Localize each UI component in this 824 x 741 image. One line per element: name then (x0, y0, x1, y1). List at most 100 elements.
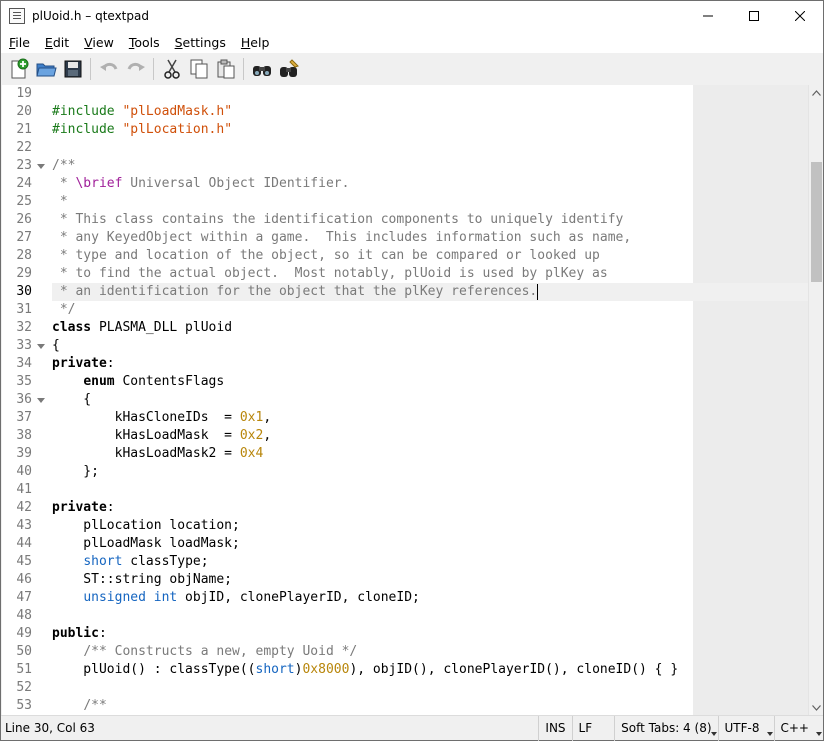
line-number: 24 (16, 176, 32, 191)
line-number: 29 (16, 266, 32, 281)
code-line: * type and location of the object, so it… (52, 247, 600, 265)
encoding-selector[interactable]: UTF-8 (717, 715, 774, 741)
scrollbar-thumb[interactable] (811, 162, 822, 283)
menu-view[interactable]: View (76, 35, 121, 50)
fold-toggle-icon[interactable] (36, 157, 46, 175)
line-number: 23 (16, 158, 32, 173)
language-selector[interactable]: C++ (773, 715, 824, 741)
toolbar (1, 53, 823, 85)
redo-button[interactable] (122, 55, 149, 83)
save-file-icon (64, 60, 81, 78)
code-token: short (83, 554, 123, 569)
close-button[interactable] (777, 1, 823, 31)
code-line: ST::string objName; (52, 571, 232, 589)
code-token: , (263, 410, 272, 425)
code-line: plLoadMask loadMask; (52, 535, 240, 553)
line-ending-selector[interactable]: LF (571, 715, 615, 741)
cut-button[interactable] (158, 55, 185, 83)
text-editor[interactable]: 19 20 21 22 23 24 25 26 27 28 29 30 31 32 33 34 35 36 37 38… (2, 85, 808, 715)
menu-bar: File Edit View Tools Settings Help (1, 31, 823, 53)
line-number: 19 (16, 86, 32, 101)
menu-settings[interactable]: Settings (167, 35, 233, 50)
code-token: plUoid() : classType(( (52, 662, 256, 677)
save-file-button[interactable] (59, 55, 86, 83)
menu-edit[interactable]: Edit (37, 35, 76, 50)
menu-file[interactable]: File (1, 35, 37, 50)
code-token: 0x8000 (302, 662, 350, 677)
code-line: private: (52, 355, 115, 373)
line-number: 31 (16, 302, 32, 317)
fold-toggle-icon[interactable] (36, 391, 46, 409)
code-line: plUoid() : classType((short)0x8000), obj… (52, 661, 678, 679)
line-number: 45 (16, 554, 32, 569)
menu-tools[interactable]: Tools (121, 35, 167, 50)
open-file-button[interactable] (32, 55, 59, 83)
cursor-position: Line 30, Col 63 (5, 721, 95, 735)
new-file-button[interactable] (5, 55, 32, 83)
minimize-icon (703, 15, 713, 17)
insert-mode-indicator[interactable]: INS (538, 715, 571, 741)
close-icon (795, 11, 805, 21)
line-number: 35 (16, 374, 32, 389)
app-icon (9, 8, 25, 24)
code-token: /** (83, 698, 107, 713)
code-line: plLocation location; (52, 517, 240, 535)
line-number: 28 (16, 248, 32, 263)
scroll-up-button[interactable] (809, 85, 824, 100)
code-area[interactable]: #include "plLoadMask.h" #include "plLocat… (52, 85, 808, 715)
new-file-icon (11, 58, 28, 79)
code-token: * (52, 176, 76, 191)
line-number: 21 (16, 122, 32, 137)
code-token: plLocation location; (52, 518, 240, 533)
code-line: #include "plLocation.h" (52, 121, 232, 139)
title-bar[interactable]: plUoid.h – qtextpad (1, 1, 823, 31)
line-number: 40 (16, 464, 32, 479)
code-token: , (263, 428, 272, 443)
vertical-scrollbar[interactable] (808, 85, 823, 715)
code-line: private: (52, 499, 115, 517)
line-number: 33 (16, 338, 32, 353)
undo-button[interactable] (95, 55, 122, 83)
code-line: }; (52, 463, 99, 481)
line-number: 47 (16, 590, 32, 605)
code-token: { (52, 338, 60, 353)
scroll-down-button[interactable] (809, 700, 824, 715)
line-number: 32 (16, 320, 32, 335)
toolbar-separator (153, 58, 154, 80)
paste-button[interactable] (212, 55, 239, 83)
menu-label-rest: dit (52, 34, 70, 50)
line-number: 48 (16, 608, 32, 623)
line-number: 30 (16, 284, 32, 299)
line-number: 36 (16, 392, 32, 407)
line-number: 52 (16, 680, 32, 695)
code-line: * any KeyedObject within a game. This in… (52, 229, 631, 247)
find-button[interactable] (248, 55, 275, 83)
code-token: public (52, 626, 99, 641)
code-token: objID, clonePlayerID, cloneID; (177, 590, 420, 605)
code-line: * an identification for the object that … (52, 283, 537, 301)
minimize-button[interactable] (685, 1, 731, 31)
fold-toggle-icon[interactable] (36, 337, 46, 355)
menu-help[interactable]: Help (233, 35, 277, 50)
code-token: * (52, 194, 68, 209)
code-token: ContentsFlags (114, 374, 225, 389)
code-token: #include (52, 104, 123, 119)
code-token: enum (83, 374, 115, 389)
menu-label-rest: ettings (182, 34, 226, 50)
menu-label-rest: ile (15, 34, 30, 50)
find-replace-button[interactable] (275, 55, 302, 83)
menu-mnemonic: S (174, 34, 183, 50)
tab-settings-selector[interactable]: Soft Tabs: 4 (8) (614, 715, 717, 741)
menu-label-rest: iew (92, 34, 114, 50)
line-number: 46 (16, 572, 32, 587)
maximize-button[interactable] (731, 1, 777, 31)
code-token: * type and location of the object, so it… (52, 248, 600, 263)
toolbar-separator (90, 58, 91, 80)
copy-button[interactable] (185, 55, 212, 83)
line-number: 25 (16, 194, 32, 209)
line-number: 41 (16, 482, 32, 497)
code-line: { (52, 391, 91, 409)
line-number: 42 (16, 500, 32, 515)
